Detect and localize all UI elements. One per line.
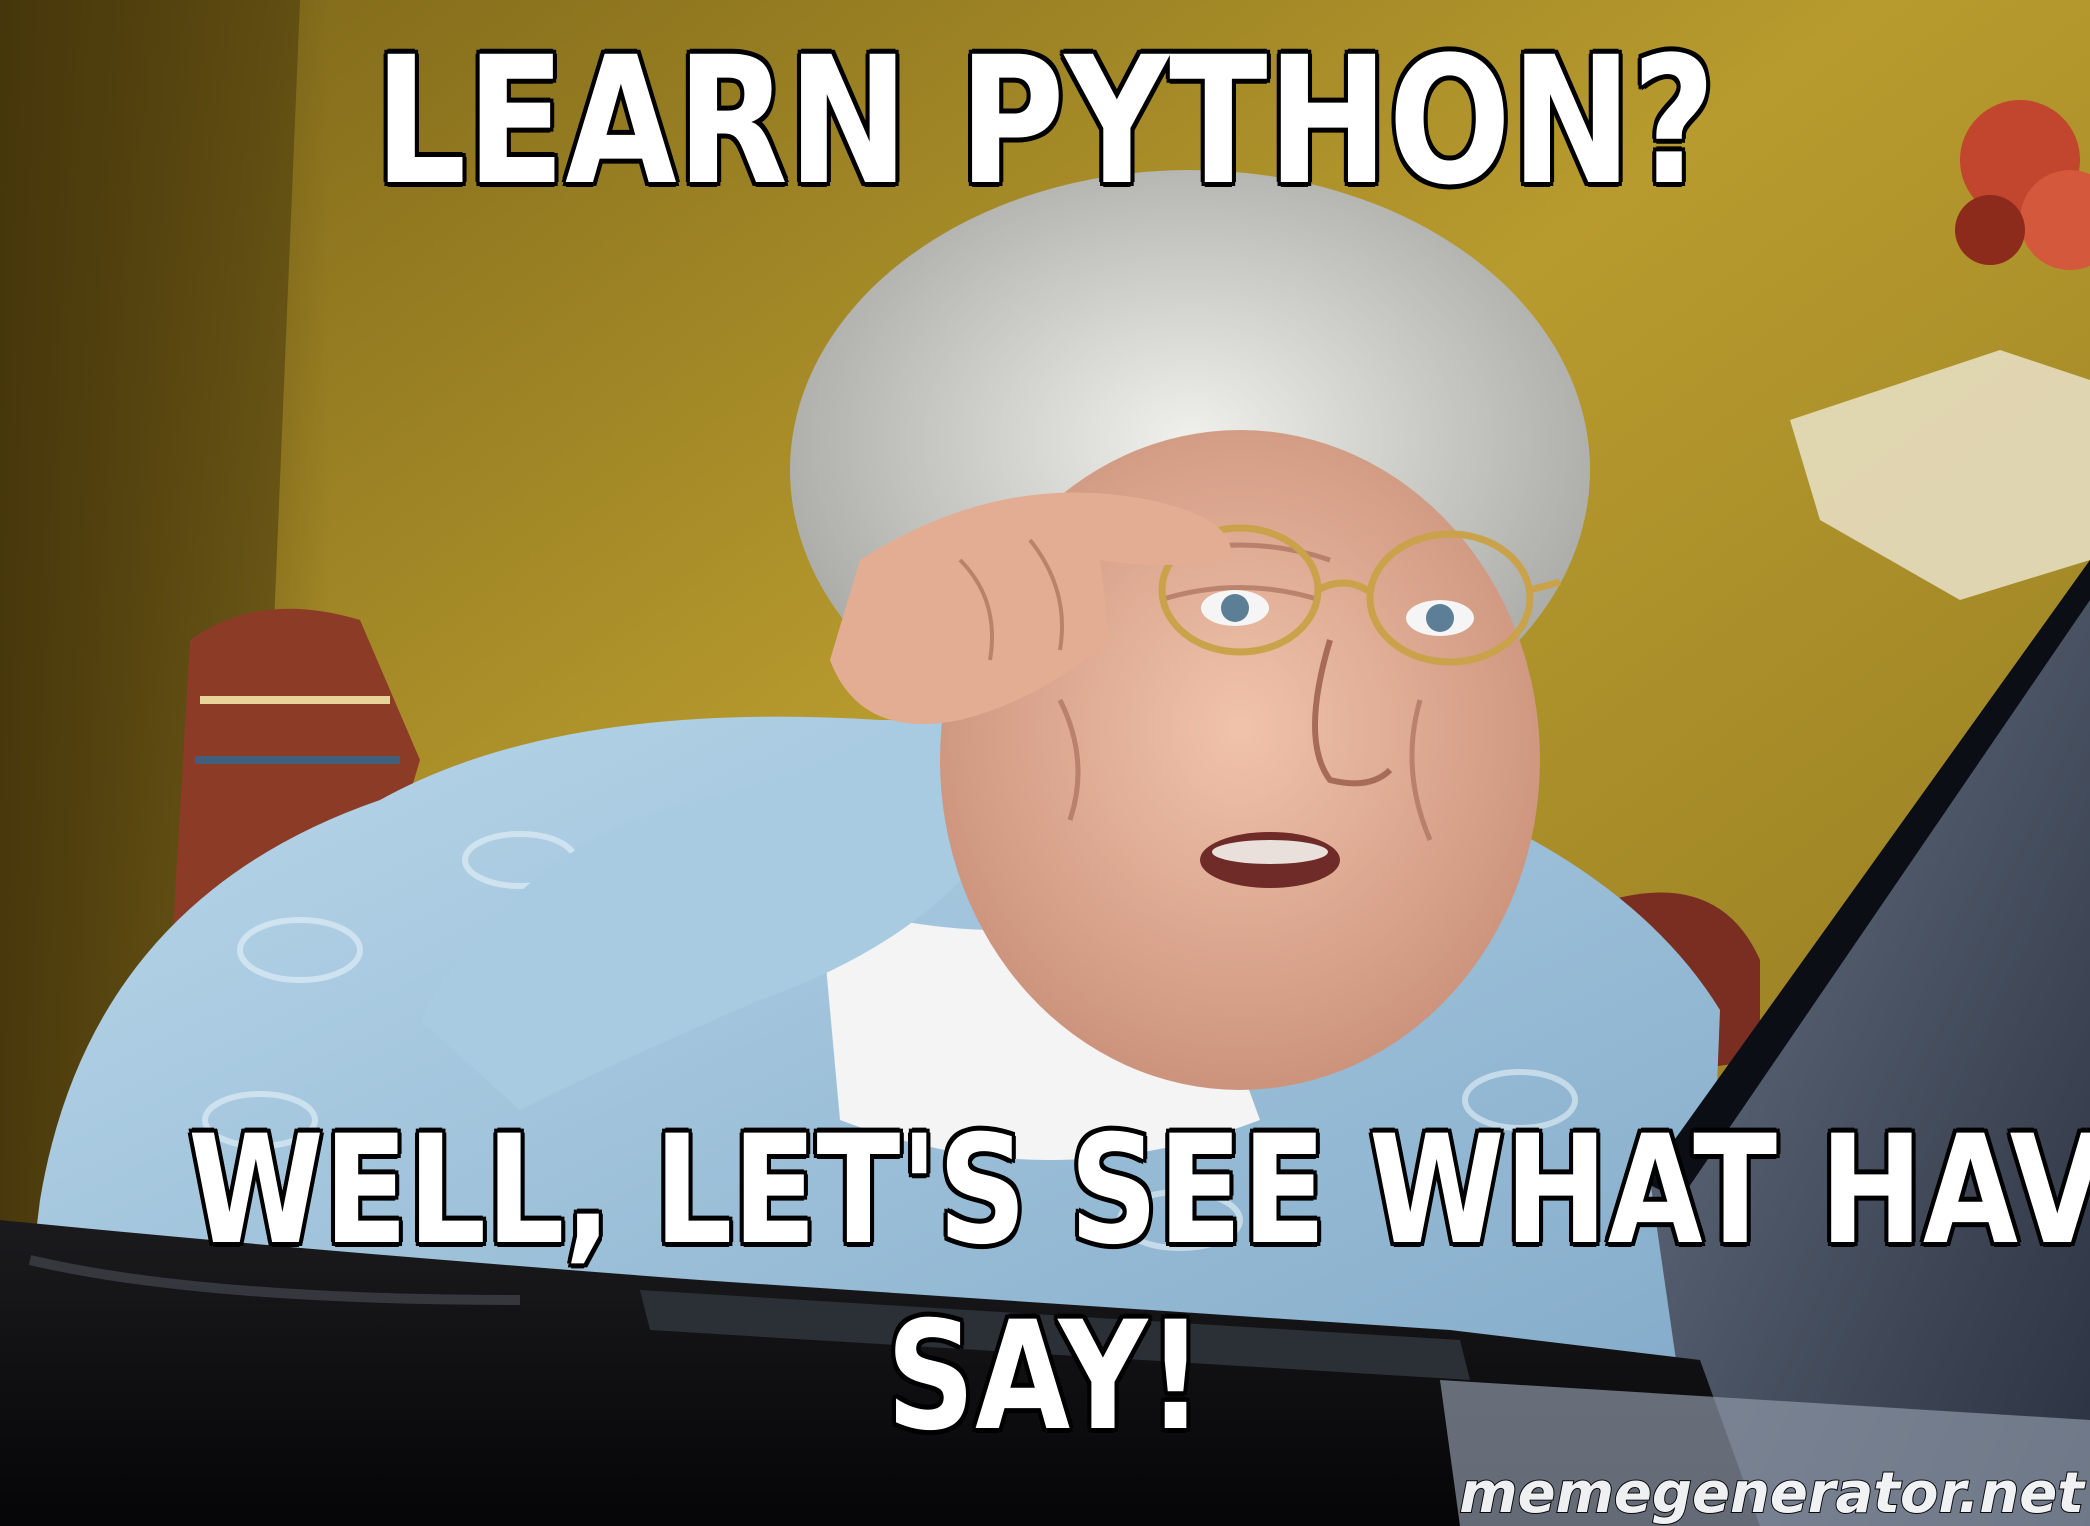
meme-top-caption: LEARN PYTHON?	[372, 19, 1717, 224]
meme-bottom-caption: WELL, LET'S SEE WHAT HAVE TO SAY!	[186, 1098, 2090, 1470]
meme-bottom-caption-line-2: SAY!	[884, 1288, 1205, 1467]
meme-bottom-caption-line-1: WELL, LET'S SEE WHAT HAVE TO	[186, 1102, 2090, 1281]
watermark: memegenerator.net	[1458, 1461, 2085, 1526]
meme-image: LEARN PYTHON? WELL, LET'S SEE WHAT HAVE …	[0, 0, 2090, 1526]
